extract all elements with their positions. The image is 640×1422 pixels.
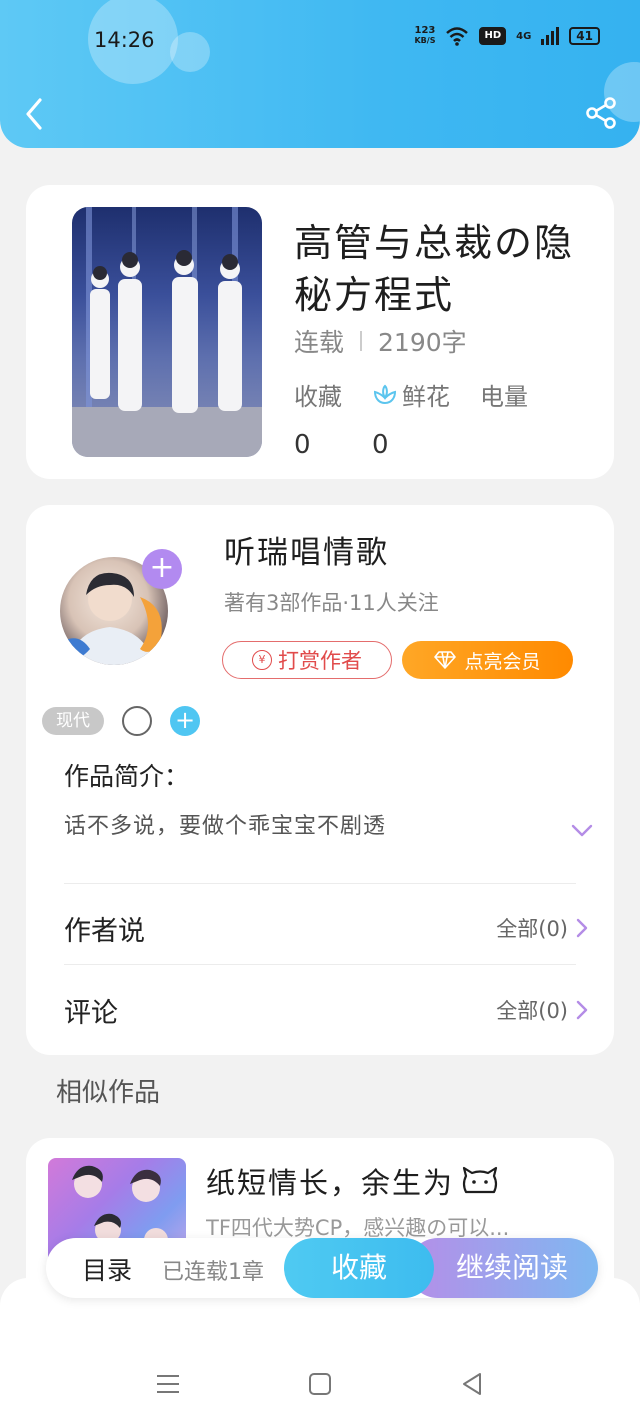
tag-list: 现代 + (42, 706, 200, 736)
all-count: 全部(0) (496, 917, 568, 941)
divider (64, 883, 576, 884)
back-triangle-icon[interactable] (458, 1370, 486, 1398)
divider (64, 964, 576, 965)
author-card: + 听瑞唱情歌 著有3部作品·11人关注 ¥ 打赏作者 点亮会员 现代 + 作品… (26, 505, 614, 1055)
meta-divider (360, 331, 363, 351)
status-icons: 123 KB/S HD 4G 41 (414, 26, 600, 46)
follow-author-button[interactable]: + (142, 549, 182, 589)
chapter-count: 已连载1章 (162, 1260, 264, 1285)
stat-label-text: 鲜花 (402, 383, 450, 411)
chevron-down-icon[interactable] (570, 823, 594, 839)
network-speed: 123 KB/S (414, 26, 435, 46)
continue-reading-button[interactable]: 继续阅读 (408, 1238, 598, 1298)
top-header: 14:26 123 KB/S HD 4G 41 (0, 0, 640, 148)
wifi-icon (446, 27, 469, 46)
network-speed-value: 123 (414, 25, 436, 36)
intro-text: 话不多说，要做个乖宝宝不剧透 (64, 814, 387, 839)
author-name[interactable]: 听瑞唱情歌 (224, 527, 389, 572)
stat-value: 0 (294, 430, 311, 460)
home-icon[interactable] (306, 1370, 334, 1398)
bottom-action-bar: 目录 已连载1章 继续阅读 收藏 (46, 1238, 598, 1298)
status-time: 14:26 (94, 28, 155, 52)
network-speed-unit: KB/S (414, 36, 436, 45)
hd-badge: HD (479, 27, 507, 45)
all-count: 全部(0) (496, 999, 568, 1023)
stat-flowers[interactable]: 鲜花 0 (372, 377, 450, 460)
yen-coin-icon: ¥ (252, 650, 272, 670)
similar-book-title-text: 纸短情长，余生为 (206, 1166, 455, 1200)
comments-all-link[interactable]: 全部(0) (496, 995, 588, 1025)
author-notes-all-link[interactable]: 全部(0) (496, 913, 588, 943)
tip-author-label: 打赏作者 (278, 649, 362, 673)
intro-label: 作品简介： (64, 762, 190, 791)
battery-indicator: 41 (569, 27, 600, 45)
book-info-card: 高管与总裁の隐秘方程式 连载 2190字 收藏 0 鲜花 0 电量 (26, 185, 614, 479)
share-icon[interactable] (584, 96, 618, 130)
word-count: 2190字 (378, 328, 467, 357)
add-tag-button[interactable]: + (170, 706, 200, 736)
stat-energy[interactable]: 电量 (480, 377, 528, 460)
cat-face-icon (462, 1166, 498, 1194)
stat-favorites[interactable]: 收藏 0 (294, 377, 342, 460)
diamond-icon (434, 651, 457, 669)
signal-label: 4G (516, 30, 532, 42)
chevron-left-icon[interactable] (20, 94, 50, 134)
signal-icon (541, 27, 560, 45)
stat-label: 鲜花 (372, 377, 450, 412)
author-summary: 著有3部作品·11人关注 (224, 591, 439, 615)
book-meta: 连载 2190字 (294, 323, 467, 359)
genre-tag[interactable]: 现代 (42, 707, 104, 735)
favorite-button[interactable]: 收藏 (284, 1238, 434, 1298)
chevron-right-icon (576, 1000, 588, 1020)
stat-label: 收藏 (294, 383, 342, 411)
toc-button[interactable]: 目录 (82, 1251, 132, 1287)
similar-book-title: 纸短情长，余生为 (206, 1160, 500, 1202)
author-notes-label: 作者说 (64, 916, 145, 947)
flower-icon (373, 384, 397, 404)
cover-photo (72, 207, 262, 457)
book-title: 高管与总裁の隐秘方程式 (294, 221, 575, 317)
book-stats: 收藏 0 鲜花 0 电量 (294, 377, 528, 460)
vip-button[interactable]: 点亮会员 (402, 641, 573, 679)
book-cover-image[interactable] (72, 207, 262, 457)
chevron-right-icon (576, 918, 588, 938)
system-nav-bar (0, 1360, 640, 1410)
circle-icon[interactable] (122, 706, 152, 736)
serial-status: 连载 (294, 328, 345, 357)
decor-bubble (170, 32, 210, 72)
vip-label: 点亮会员 (464, 650, 541, 673)
tip-author-button[interactable]: ¥ 打赏作者 (222, 641, 392, 679)
menu-icon[interactable] (154, 1370, 182, 1398)
stat-value: 0 (372, 430, 389, 460)
stat-label: 电量 (480, 383, 528, 411)
comments-label: 评论 (64, 998, 118, 1029)
similar-section-title: 相似作品 (56, 1078, 161, 1108)
